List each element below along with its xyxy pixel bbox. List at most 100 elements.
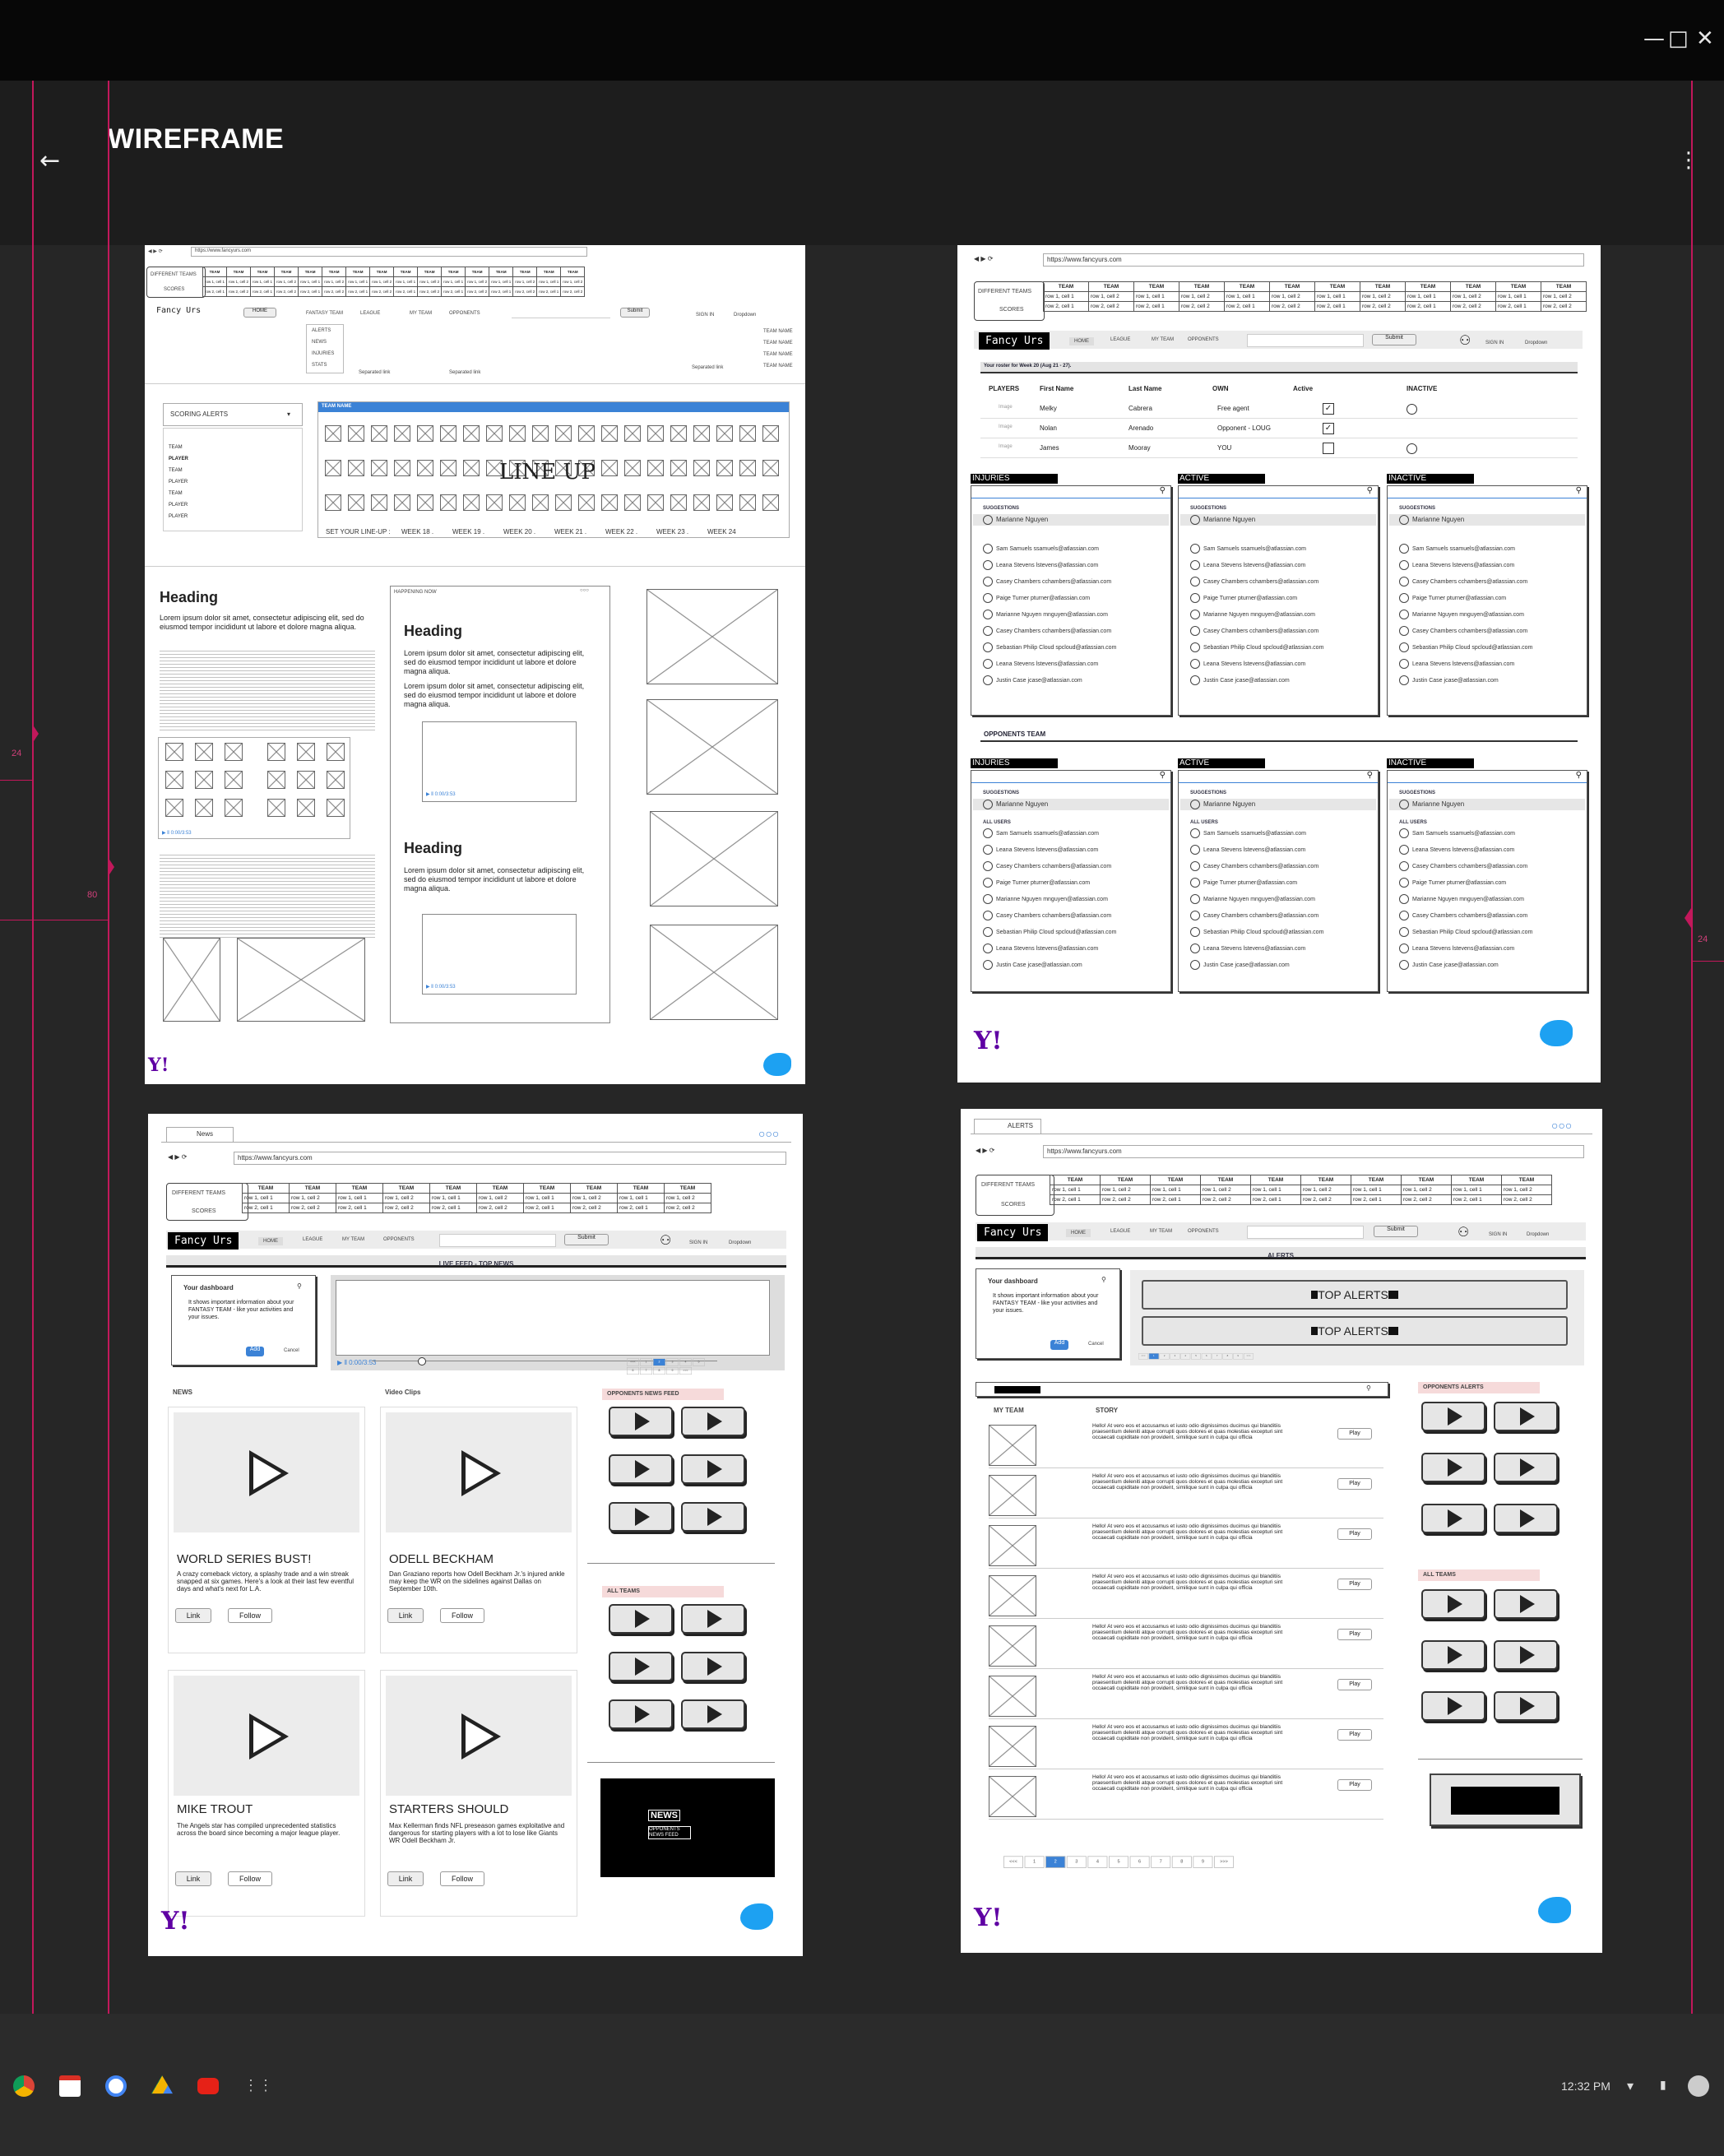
- team-name-item[interactable]: TEAM NAME: [763, 341, 793, 345]
- user-icon[interactable]: ⚇: [1458, 1224, 1469, 1240]
- user-row[interactable]: Marianne Nguyen mnguyen@atlassian.com: [1399, 610, 1524, 619]
- user-row[interactable]: Justin Case jcase@atlassian.com: [1399, 675, 1499, 685]
- play-button[interactable]: [1494, 1589, 1558, 1619]
- play-button[interactable]: [609, 1699, 673, 1729]
- nav-opponents[interactable]: OPPONENTS: [1188, 1229, 1219, 1234]
- search-icon[interactable]: ⚲: [1160, 486, 1166, 495]
- lineup-slot[interactable]: [555, 494, 572, 511]
- page-button[interactable]: 4: [1180, 1353, 1191, 1360]
- page-button[interactable]: 6: [1201, 1353, 1212, 1360]
- lineup-slot[interactable]: [647, 425, 664, 442]
- page-button[interactable]: 9: [1233, 1353, 1244, 1360]
- user-row[interactable]: Marianne Nguyen mnguyen@atlassian.com: [1190, 894, 1315, 904]
- lineup-slot[interactable]: [394, 425, 410, 442]
- list-search-input[interactable]: [1388, 771, 1587, 783]
- lineup-slot[interactable]: [762, 460, 779, 476]
- dropdown-item[interactable]: TEAM: [169, 445, 183, 450]
- lineup-slot[interactable]: [371, 460, 387, 476]
- follow-button[interactable]: Follow: [440, 1608, 484, 1623]
- page-button[interactable]: 5: [1191, 1353, 1201, 1360]
- list-search-input[interactable]: [1388, 486, 1587, 498]
- page-button[interactable]: 8: [1171, 1856, 1192, 1868]
- lineup-slot[interactable]: [348, 460, 364, 476]
- page-button[interactable]: 1: [640, 1358, 652, 1366]
- page-button[interactable]: 5: [693, 1358, 705, 1366]
- user-row[interactable]: Sam Samuels ssamuels@atlassian.com: [1399, 828, 1515, 838]
- play-button[interactable]: [609, 1652, 673, 1681]
- separated-link[interactable]: Separated link: [692, 365, 723, 370]
- list-search-input[interactable]: [971, 771, 1170, 783]
- play-story-button[interactable]: Play: [1337, 1679, 1372, 1690]
- launcher-icon[interactable]: ⋮⋮: [243, 2075, 273, 2097]
- search-icon[interactable]: ⚲: [1367, 771, 1373, 780]
- play-button[interactable]: [1494, 1504, 1558, 1533]
- lineup-slot[interactable]: [762, 494, 779, 511]
- search-input[interactable]: [512, 309, 610, 318]
- play-story-button[interactable]: Play: [1337, 1428, 1372, 1440]
- link-button[interactable]: Link: [175, 1608, 211, 1623]
- nav-home[interactable]: HOME: [1069, 337, 1094, 345]
- lineup-slot[interactable]: [440, 494, 456, 511]
- lineup-slot[interactable]: [486, 425, 503, 442]
- tab-alerts[interactable]: ALERTS: [974, 1119, 1041, 1134]
- menu-dropdown[interactable]: ALERTS NEWS INJURIES STATS: [306, 324, 344, 373]
- nav-league[interactable]: LEAGUE: [1110, 337, 1130, 342]
- page-button[interactable]: 6: [627, 1367, 639, 1375]
- suggested-user[interactable]: Marianne Nguyen: [1399, 515, 1464, 525]
- google-icon[interactable]: [105, 2075, 127, 2097]
- lineup-slot[interactable]: [716, 460, 733, 476]
- play-button[interactable]: [1421, 1640, 1485, 1670]
- play-story-button[interactable]: Play: [1337, 1478, 1372, 1490]
- user-row[interactable]: Casey Chambers cchambers@atlassian.com: [1190, 861, 1318, 871]
- team-name-item[interactable]: TEAM NAME: [763, 329, 793, 334]
- sign-in-link[interactable]: SIGN IN: [689, 1240, 707, 1245]
- cancel-button[interactable]: Cancel: [1088, 1342, 1104, 1347]
- user-row[interactable]: Marianne Nguyen mnguyen@atlassian.com: [983, 610, 1108, 619]
- lineup-slot[interactable]: [693, 460, 710, 476]
- user-row[interactable]: Justin Case jcase@atlassian.com: [1190, 960, 1290, 970]
- lineup-slot[interactable]: [463, 425, 480, 442]
- user-row[interactable]: Justin Case jcase@atlassian.com: [983, 960, 1082, 970]
- minimize-icon[interactable]: —: [1643, 28, 1665, 49]
- nav-my-team[interactable]: MY TEAM: [1150, 1229, 1172, 1234]
- lineup-slot[interactable]: [624, 460, 641, 476]
- page-button[interactable]: 9: [666, 1367, 679, 1375]
- page-button[interactable]: 6: [1129, 1856, 1150, 1868]
- video-player[interactable]: ▶ ⦀ 0:00/3:53: [422, 914, 577, 995]
- dropdown-item[interactable]: PLAYER: [169, 503, 188, 508]
- play-story-button[interactable]: Play: [1337, 1629, 1372, 1640]
- play-button[interactable]: [681, 1502, 745, 1532]
- user-row[interactable]: Justin Case jcase@atlassian.com: [1399, 960, 1499, 970]
- inactive-radio[interactable]: [1407, 443, 1417, 454]
- user-row[interactable]: Paige Turner pturner@atlassian.com: [1190, 593, 1297, 603]
- search-input[interactable]: [439, 1234, 556, 1247]
- video-player[interactable]: ▶ ⦀ 0:00/3:53: [422, 721, 577, 802]
- active-checkbox[interactable]: ✓: [1323, 403, 1334, 415]
- follow-button[interactable]: Follow: [228, 1871, 272, 1886]
- lineup-slot[interactable]: [440, 425, 456, 442]
- user-row[interactable]: Leana Stevens lstevens@atlassian.com: [983, 560, 1098, 570]
- user-row[interactable]: Leana Stevens lstevens@atlassian.com: [983, 944, 1098, 953]
- story-search[interactable]: ⚲: [976, 1382, 1388, 1397]
- nav-home[interactable]: HOME: [258, 1237, 283, 1245]
- lineup-slot[interactable]: [348, 425, 364, 442]
- youtube-icon[interactable]: [197, 2078, 219, 2094]
- submit-button[interactable]: Submit: [620, 308, 650, 318]
- user-row[interactable]: Paige Turner pturner@atlassian.com: [1399, 878, 1506, 888]
- top-alerts-button[interactable]: TOP ALERTS: [1142, 1316, 1568, 1346]
- separated-link[interactable]: Separated link: [359, 370, 390, 375]
- alerts-pager[interactable]: <<< 1 2 3 4 5 6 7 8 9 >>>: [1138, 1352, 1254, 1360]
- nav-opponents[interactable]: OPPONENTS: [449, 311, 480, 316]
- page-button[interactable]: 3: [1066, 1856, 1087, 1868]
- black-promo-box[interactable]: [1430, 1773, 1581, 1826]
- artboard-lineup[interactable]: ◀ ▶ ⟳ https://www.fancyurs.com DIFFERENT…: [145, 245, 805, 1084]
- story-pager[interactable]: <<< 1 2 3 4 5 6 7 8 9 >>>: [1003, 1854, 1235, 1868]
- search-icon[interactable]: ⚲: [1160, 771, 1166, 780]
- lineup-slot[interactable]: [716, 494, 733, 511]
- avatar[interactable]: [1688, 2075, 1709, 2097]
- page-button[interactable]: 4: [1087, 1856, 1108, 1868]
- lineup-slot[interactable]: [417, 425, 433, 442]
- separated-link[interactable]: Separated link: [449, 370, 480, 375]
- user-row[interactable]: Marianne Nguyen mnguyen@atlassian.com: [983, 894, 1108, 904]
- back-arrow-icon[interactable]: ←: [39, 146, 60, 175]
